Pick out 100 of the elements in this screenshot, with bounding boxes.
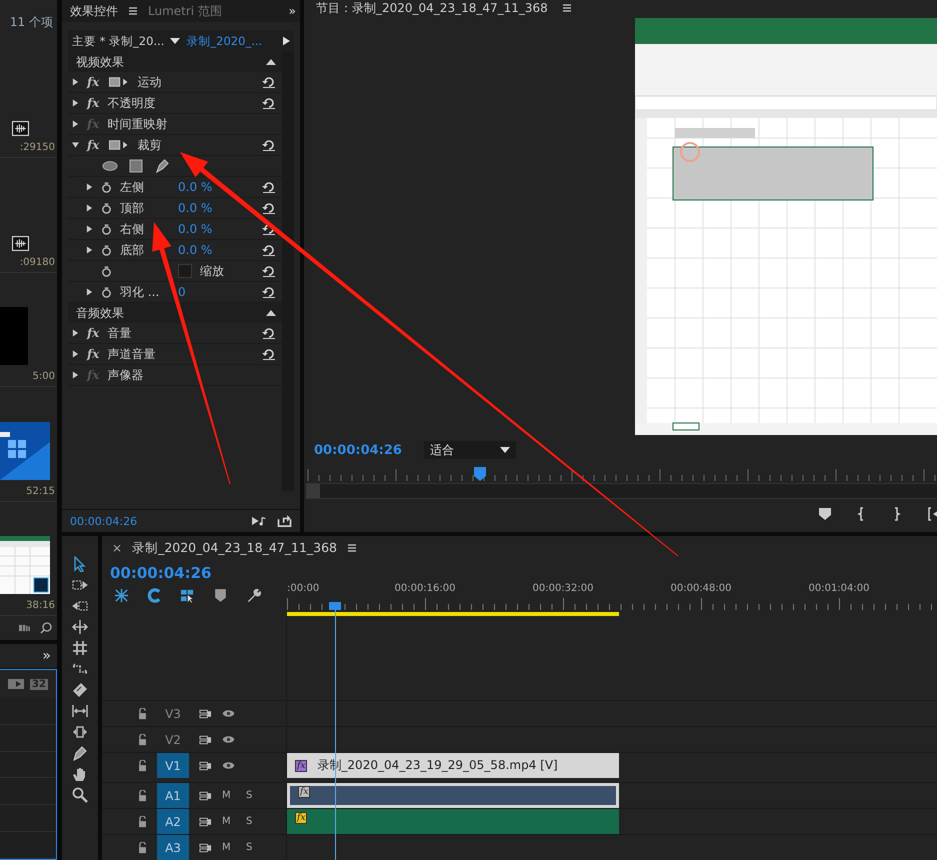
- lock-icon[interactable]: [138, 816, 147, 828]
- stopwatch-icon[interactable]: [101, 202, 112, 214]
- export-icon[interactable]: [277, 515, 292, 527]
- timeline-clip[interactable]: fx: [287, 783, 619, 808]
- master-clip-label[interactable]: 主要 * 录制_20...: [72, 34, 164, 48]
- expand-arrow-icon[interactable]: [72, 99, 79, 107]
- stopwatch-icon[interactable]: [101, 244, 112, 256]
- selection-tool-icon[interactable]: [72, 556, 88, 572]
- slide-edit-icon[interactable]: [72, 724, 88, 740]
- expand-arrow-icon[interactable]: [72, 329, 79, 337]
- reset-icon[interactable]: [262, 202, 276, 214]
- reset-icon[interactable]: [262, 327, 276, 339]
- property-value[interactable]: 0.0 %: [178, 201, 212, 215]
- property-value[interactable]: 0.0 %: [178, 243, 212, 257]
- lock-icon[interactable]: [138, 842, 147, 854]
- checkbox[interactable]: [178, 264, 192, 278]
- reset-icon[interactable]: [262, 244, 276, 256]
- menu-icon[interactable]: [562, 3, 572, 13]
- solo-button[interactable]: S: [246, 790, 260, 801]
- panel-tab[interactable]: 效果控件: [66, 2, 122, 20]
- slide-tool-icon[interactable]: [72, 703, 88, 719]
- play-audio-icon[interactable]: [252, 515, 267, 527]
- zoom-dropdown[interactable]: 适合: [424, 441, 516, 459]
- reset-icon[interactable]: [262, 265, 276, 277]
- track-target[interactable]: V3: [157, 701, 189, 726]
- expand-arrow-icon[interactable]: [72, 350, 79, 358]
- reset-icon[interactable]: [262, 286, 276, 298]
- solo-button[interactable]: S: [246, 816, 260, 827]
- expand-arrow-icon[interactable]: [86, 183, 93, 191]
- track-target[interactable]: V2: [157, 727, 189, 752]
- track-target[interactable]: V1: [157, 753, 189, 778]
- dropdown-arrow-icon[interactable]: [170, 38, 180, 44]
- eye-icon[interactable]: [222, 709, 235, 718]
- play-icon[interactable]: [283, 36, 290, 46]
- property-value[interactable]: 0.0 %: [178, 180, 212, 194]
- marker-icon[interactable]: [213, 588, 228, 603]
- menu-icon[interactable]: [128, 6, 138, 16]
- reset-icon[interactable]: [262, 139, 276, 151]
- track-target[interactable]: A1: [157, 783, 189, 808]
- lock-icon[interactable]: [138, 790, 147, 802]
- lock-icon[interactable]: [138, 734, 147, 746]
- reset-icon[interactable]: [262, 348, 276, 360]
- mute-button[interactable]: M: [222, 790, 236, 801]
- expand-arrow-icon[interactable]: [72, 78, 79, 86]
- track-target[interactable]: A2: [157, 809, 189, 834]
- sequence-tab[interactable]: 录制_2020_04_23_18_47_11_368: [132, 540, 338, 556]
- fx-toggle[interactable]: fx: [87, 96, 100, 110]
- playhead[interactable]: [329, 602, 341, 860]
- time-ruler[interactable]: [306, 465, 937, 483]
- eye-icon[interactable]: [222, 735, 235, 744]
- panel-tab[interactable]: Lumetri 范围: [144, 2, 226, 20]
- reset-icon[interactable]: [262, 223, 276, 235]
- search-icon[interactable]: [39, 622, 53, 634]
- scrollbar-thumb[interactable]: [306, 484, 320, 498]
- sync-lock-icon[interactable]: [199, 760, 212, 770]
- expand-arrow-icon[interactable]: [86, 246, 93, 254]
- mute-button[interactable]: M: [222, 816, 236, 827]
- stopwatch-icon[interactable]: [101, 224, 112, 234]
- go-to-in-icon[interactable]: [927, 507, 937, 521]
- timeline-clip[interactable]: fx: [287, 809, 619, 834]
- property-value[interactable]: 0.0 %: [178, 222, 212, 236]
- clip-label[interactable]: 录制_2020_...: [186, 34, 262, 48]
- snap-icon[interactable]: [147, 588, 162, 603]
- reset-icon[interactable]: [262, 97, 276, 109]
- lock-icon[interactable]: [138, 708, 147, 720]
- collapse-icon[interactable]: [266, 59, 276, 65]
- expand-arrow-icon[interactable]: [86, 288, 93, 296]
- mute-button[interactable]: M: [222, 842, 236, 853]
- collapse-arrow-icon[interactable]: [72, 141, 79, 149]
- expand-arrow-icon[interactable]: [72, 120, 79, 128]
- stopwatch-icon[interactable]: [101, 182, 112, 192]
- fx-toggle[interactable]: fx: [87, 138, 100, 152]
- expand-arrow-icon[interactable]: [72, 371, 79, 379]
- menu-icon[interactable]: [347, 543, 358, 553]
- pen-icon[interactable]: [72, 745, 88, 761]
- track-target[interactable]: A3: [157, 835, 189, 860]
- reset-icon[interactable]: [262, 181, 276, 193]
- grid-tool-icon[interactable]: [72, 640, 88, 656]
- reset-icon[interactable]: [262, 76, 276, 88]
- slip-tool-icon[interactable]: [72, 661, 88, 677]
- close-button[interactable]: ×: [112, 541, 122, 555]
- fx-toggle[interactable]: fx: [87, 347, 100, 361]
- pen-icon[interactable]: [154, 159, 170, 173]
- dropdown-arrow-icon[interactable]: [500, 447, 510, 453]
- rolling-edit-icon[interactable]: [72, 619, 88, 635]
- overflow-button[interactable]: »: [42, 648, 51, 664]
- nest-icon[interactable]: [114, 588, 129, 603]
- stopwatch-icon[interactable]: [101, 266, 112, 276]
- sync-lock-icon[interactable]: [199, 734, 212, 744]
- linked-selection-icon[interactable]: [180, 588, 195, 603]
- fx-toggle[interactable]: fx: [87, 326, 100, 340]
- expand-arrow-icon[interactable]: [86, 225, 93, 233]
- marker-icon[interactable]: [819, 507, 831, 521]
- insert-icon[interactable]: [8, 678, 24, 690]
- overflow-button[interactable]: »: [288, 4, 296, 18]
- sync-lock-icon[interactable]: [199, 790, 212, 800]
- sync-lock-icon[interactable]: [199, 816, 212, 826]
- rectangle-mask-icon[interactable]: [128, 159, 144, 173]
- eye-icon[interactable]: [222, 761, 235, 770]
- hand-icon[interactable]: [72, 766, 88, 782]
